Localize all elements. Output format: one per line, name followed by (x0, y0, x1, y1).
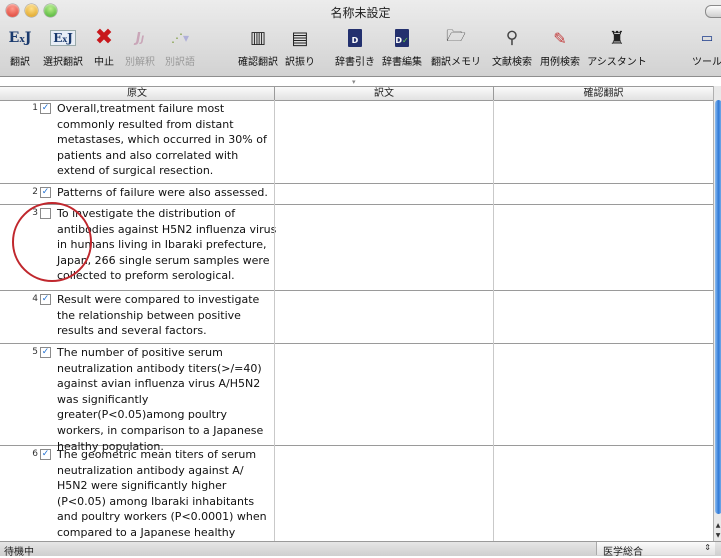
source-text[interactable]: To investigate the distribution of antib… (57, 206, 277, 284)
row-number: 1 (32, 103, 38, 113)
sentence-row[interactable]: 6 ✓ The geometric mean titers of serum n… (0, 446, 713, 541)
stop-x-icon: ✖ (94, 25, 114, 50)
alt-translation-button[interactable]: JJ 別解釈 (120, 23, 160, 73)
source-text[interactable]: Result were compared to investigate the … (57, 292, 277, 339)
stop-button[interactable]: ✖ 中止 (90, 23, 118, 73)
window-title: 名称未設定 (330, 6, 391, 20)
status-bar: 待機中 医学総合 ⇕ (0, 541, 721, 558)
column-check[interactable]: 確認翻訳 (494, 87, 713, 100)
source-text[interactable]: Overall,treatment failure most commonly … (57, 101, 277, 179)
row-number: 6 (32, 449, 38, 459)
updown-arrows-icon: ⇕ (704, 543, 711, 552)
dictionary-edit-icon: D✓ (395, 29, 409, 47)
row-number: 2 (32, 187, 38, 197)
columns-icon: ▥ (249, 28, 267, 48)
column-divider (274, 100, 275, 541)
scroll-up-icon[interactable]: ▲ (714, 522, 721, 529)
dict-edit-button[interactable]: D✓ 辞書編集 (380, 23, 424, 73)
window-chrome: 名称未設定 ExJ 翻訳 ExJ 選択翻訳 ✖ 中止 JJ 別解釈 ⋰▾ 別訳語… (0, 0, 721, 77)
column-target[interactable]: 訳文 (275, 87, 493, 100)
check-translation-button[interactable]: ▥ 確認翻訳 (236, 23, 280, 73)
translation-memory-button[interactable]: 🗁 翻訳メモリ (428, 23, 484, 73)
dictionary-icon: D (348, 29, 362, 47)
sentence-row[interactable]: 2 ✓ Patterns of failure were also assess… (0, 184, 713, 205)
ej-icon: ExJ (8, 30, 32, 46)
column-source[interactable]: 原文 (0, 87, 274, 100)
magnifier-icon: ⚲ (505, 28, 519, 48)
source-text[interactable]: Patterns of failure were also assessed. (57, 185, 277, 201)
alt-translation-icon: JJ (135, 30, 145, 46)
dict-lookup-button[interactable]: D 辞書引き (334, 23, 376, 73)
translate-button[interactable]: ExJ 翻訳 (4, 23, 36, 73)
row-number: 4 (32, 294, 38, 304)
row-checkbox[interactable]: ✓ (40, 449, 51, 460)
source-text[interactable]: The number of positive serum neutralizat… (57, 345, 277, 454)
source-text[interactable]: The geometric mean titers of serum neutr… (57, 447, 277, 541)
translate-selection-button[interactable]: ExJ 選択翻訳 (38, 23, 88, 73)
column-divider (493, 100, 494, 541)
tools-icon: ▭ (700, 30, 714, 46)
status-text: 待機中 (4, 547, 34, 558)
alt-word-button[interactable]: ⋰▾ 別訳語 (160, 23, 200, 73)
assistant-button[interactable]: ♜ アシスタント (586, 23, 648, 73)
scroll-thumb[interactable] (715, 100, 721, 514)
column-header: 原文 訳文 確認翻訳 (0, 86, 713, 101)
sentence-row[interactable]: 1 ✓ Overall,treatment failure most commo… (0, 100, 713, 184)
alt-word-icon: ⋰▾ (170, 31, 190, 45)
memory-icon: 🗁 (446, 25, 466, 45)
sentence-row[interactable]: 4 ✓ Result were compared to investigate … (0, 291, 713, 344)
sentence-row[interactable]: 3 To investigate the distribution of ant… (0, 205, 713, 291)
scroll-down-icon[interactable]: ▼ (714, 532, 721, 539)
tools-button[interactable]: ▭ ツール (690, 23, 721, 73)
example-icon: ✎ (553, 28, 567, 48)
sentence-row[interactable]: 5 ✓ The number of positive serum neutral… (0, 344, 713, 453)
literature-search-button[interactable]: ⚲ 文献検索 (490, 23, 534, 73)
example-search-button[interactable]: ✎ 用例検索 (538, 23, 582, 73)
row-checkbox[interactable]: ✓ (40, 103, 51, 114)
row-number: 5 (32, 347, 38, 357)
vertical-scrollbar[interactable]: ▲ ▼ (713, 86, 721, 541)
row-checkbox[interactable]: ✓ (40, 347, 51, 358)
dictionary-select[interactable]: 医学総合 ⇕ (596, 542, 715, 558)
ej-selection-icon: ExJ (50, 30, 76, 46)
dictionary-select-value: 医学総合 (603, 547, 643, 558)
title-bar: 名称未設定 (0, 0, 721, 22)
row-checkbox[interactable]: ✓ (40, 187, 51, 198)
lines-icon: ▤ (291, 27, 309, 49)
row-checkbox[interactable] (40, 208, 51, 219)
row-number: 3 (32, 208, 38, 218)
splitter-handle-icon[interactable]: ▾ (352, 78, 356, 86)
sentence-table: 1 ✓ Overall,treatment failure most commo… (0, 100, 713, 541)
assign-translation-button[interactable]: ▤ 訳振り (282, 23, 318, 73)
toolbar-toggle-button[interactable] (705, 5, 721, 18)
row-checkbox[interactable]: ✓ (40, 294, 51, 305)
assistant-icon: ♜ (608, 27, 626, 49)
